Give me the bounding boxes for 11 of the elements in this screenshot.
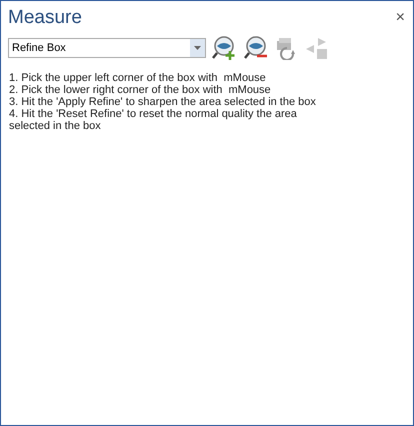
window-title: Measure <box>8 6 82 30</box>
close-button[interactable]: × <box>396 8 405 28</box>
instruction-text: 4. Hit the 'Reset Refine' to reset the normal quality the area selected in the box <box>9 108 298 132</box>
zoom-in-icon <box>211 35 237 61</box>
instruction-text: 2. Pick the lower right corner of the box with mMouse <box>9 84 272 96</box>
zoom-out-icon <box>243 35 269 61</box>
dropdown-arrow-icon <box>194 46 201 50</box>
mode-dropdown[interactable]: Refine Box <box>8 38 206 58</box>
instruction-text: 1. Pick the upper left corner of the box with mMouse <box>9 72 267 84</box>
instruction-text: 3. Hit the 'Apply Refine' to sharpen the area selected in the box <box>9 96 317 108</box>
play-step-icon <box>305 36 329 60</box>
